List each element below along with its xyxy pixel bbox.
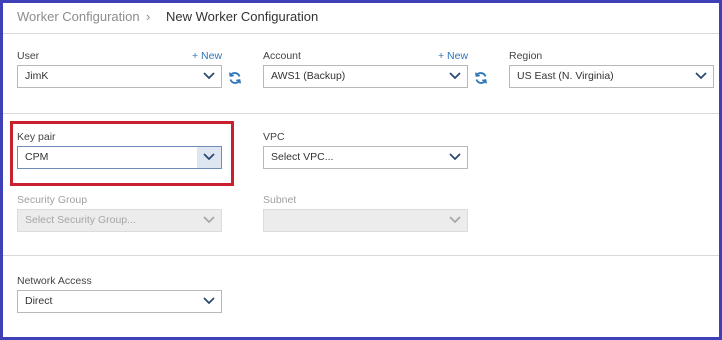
account-select[interactable]: AWS1 (Backup) <box>263 65 468 88</box>
refresh-icon[interactable] <box>474 71 488 85</box>
vpc-label: VPC <box>263 131 285 143</box>
chevron-down-icon <box>443 210 467 231</box>
breadcrumb-parent[interactable]: Worker Configuration <box>17 9 140 24</box>
window-frame: Worker Configuration › New Worker Config… <box>0 0 722 340</box>
subnet-select <box>263 209 468 232</box>
user-select[interactable]: JimK <box>17 65 222 88</box>
subnet-label: Subnet <box>263 194 297 206</box>
vpc-select[interactable]: Select VPC... <box>263 146 468 169</box>
user-select-value: JimK <box>25 70 49 82</box>
chevron-down-icon <box>197 210 221 231</box>
chevron-down-icon <box>443 66 467 87</box>
region-select-value: US East (N. Virginia) <box>517 70 614 82</box>
breadcrumb-current: New Worker Configuration <box>166 9 319 24</box>
network-access-label: Network Access <box>17 275 92 287</box>
security-group-select: Select Security Group... <box>17 209 222 232</box>
chevron-down-icon <box>197 66 221 87</box>
user-label: User <box>17 50 40 62</box>
vpc-select-value: Select VPC... <box>271 151 334 163</box>
region-label: Region <box>509 50 543 62</box>
region-select[interactable]: US East (N. Virginia) <box>509 65 714 88</box>
security-group-select-value: Select Security Group... <box>25 214 136 226</box>
network-access-select[interactable]: Direct <box>17 290 222 313</box>
header-divider <box>3 33 719 34</box>
new-user-link[interactable]: + New <box>192 50 222 62</box>
refresh-icon[interactable] <box>228 71 242 85</box>
network-access-select-value: Direct <box>25 295 53 307</box>
key-pair-highlight-box <box>10 121 234 186</box>
breadcrumb-separator: › <box>146 9 151 24</box>
chevron-down-icon <box>689 66 713 87</box>
new-account-link[interactable]: + New <box>438 50 468 62</box>
chevron-down-icon <box>197 291 221 312</box>
section-divider <box>3 113 719 114</box>
chevron-down-icon <box>443 147 467 168</box>
account-label: Account <box>263 50 301 62</box>
security-group-label: Security Group <box>17 194 88 206</box>
account-select-value: AWS1 (Backup) <box>271 70 346 82</box>
section-divider <box>3 255 719 256</box>
